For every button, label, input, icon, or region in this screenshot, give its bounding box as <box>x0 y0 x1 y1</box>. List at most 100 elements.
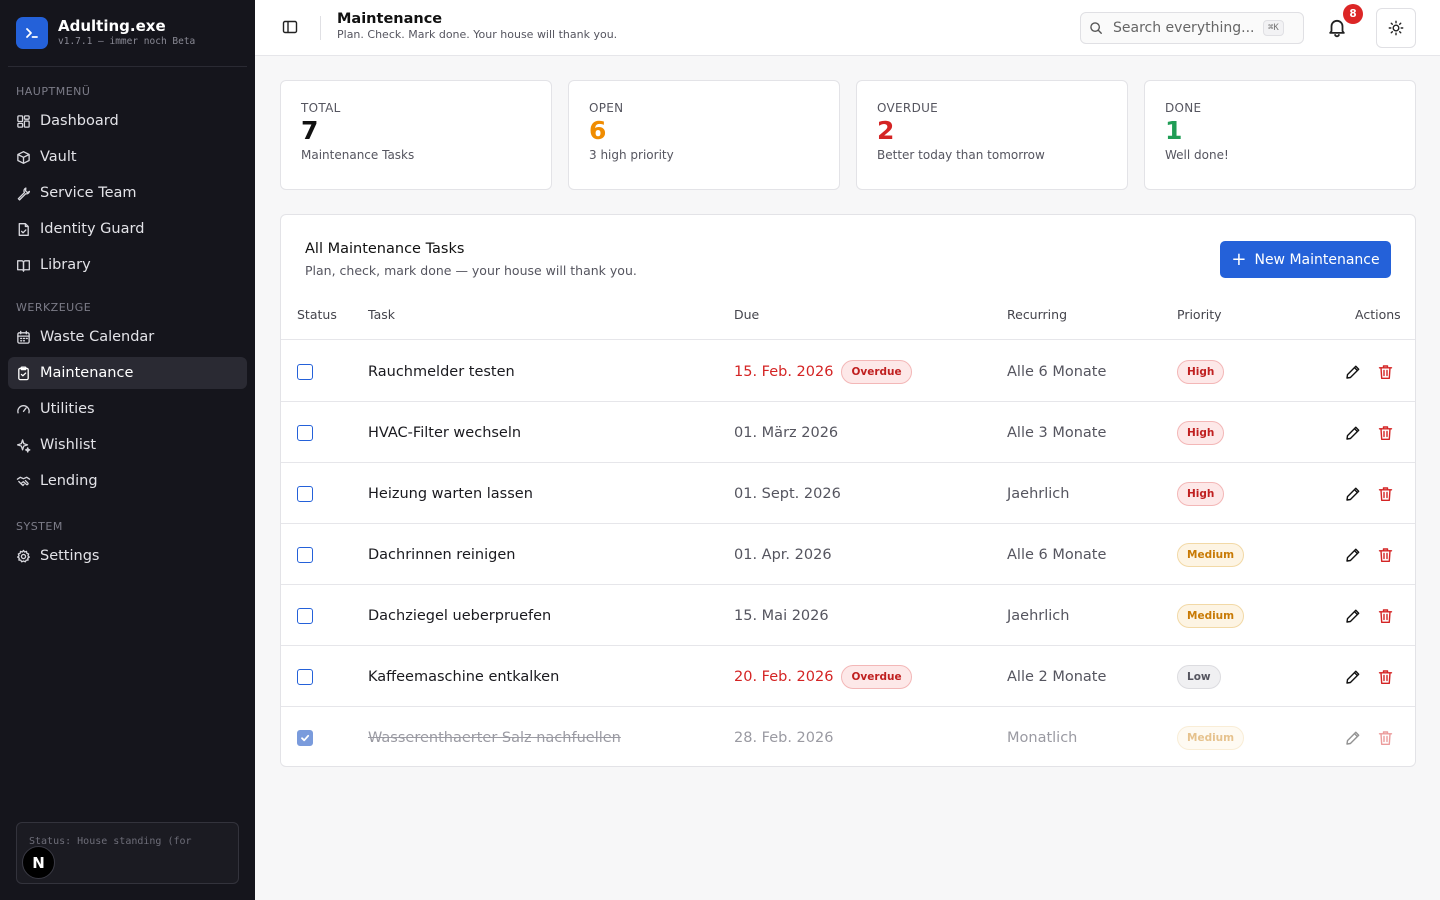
recurring-value: Jaehrlich <box>1007 485 1070 502</box>
status-checkbox[interactable] <box>297 729 313 746</box>
avatar[interactable]: N <box>22 846 55 879</box>
recurring-value: Alle 3 Monate <box>1007 424 1107 441</box>
gauge-icon <box>17 404 30 413</box>
task-name: Heizung warten lassen <box>368 485 533 502</box>
column-header: Status <box>297 307 337 322</box>
sidebar-item-settings[interactable]: Settings <box>8 540 247 572</box>
edit-icon[interactable] <box>1344 546 1362 564</box>
edit-icon[interactable] <box>1344 668 1362 686</box>
sparkle-icon <box>16 438 31 453</box>
sidebar-item-label: Waste Calendar <box>40 329 155 345</box>
gear-icon <box>17 549 30 562</box>
task-name: Dachrinnen reinigen <box>368 546 516 563</box>
sidebar: Adulting.exe v1.7.1 — immer noch Beta HA… <box>0 0 255 900</box>
sidebar-item-label: Lending <box>40 473 98 489</box>
column-header: Priority <box>1177 307 1222 322</box>
stat-card-open: OPEN 6 3 high priority <box>568 80 840 190</box>
sidebar-item-utilities[interactable]: Utilities <box>8 393 247 425</box>
priority-badge: Medium <box>1177 725 1245 750</box>
status-checkbox[interactable] <box>297 424 313 441</box>
delete-icon[interactable] <box>1376 485 1394 503</box>
brand[interactable]: Adulting.exe v1.7.1 — immer noch Beta <box>8 0 247 67</box>
stat-card-overdue: OVERDUE 2 Better today than tomorrow <box>856 80 1128 190</box>
sidebar-item-label: Identity Guard <box>40 221 145 237</box>
tasks-card-subtitle: Plan, check, mark done — your house will… <box>305 263 637 278</box>
theme-toggle-button[interactable] <box>1376 8 1416 48</box>
sidebar-item-label: Vault <box>40 149 77 165</box>
table-row: HVAC-Filter wechseln 01. März 2026 Alle 3 … <box>281 402 1415 463</box>
delete-icon[interactable] <box>1376 729 1394 747</box>
tasks-card-title: All Maintenance Tasks <box>305 241 465 257</box>
book-icon <box>17 259 30 272</box>
search-input[interactable] <box>1113 20 1263 36</box>
nav-section-title: SYSTEM <box>16 520 63 533</box>
task-name: Dachziegel ueberpruefen <box>368 607 552 624</box>
sidebar-toggle-button[interactable] <box>279 16 301 38</box>
delete-icon[interactable] <box>1376 424 1394 442</box>
edit-icon[interactable] <box>1344 729 1362 747</box>
priority-badge: Medium <box>1177 603 1245 628</box>
stat-value: 7 <box>301 116 319 145</box>
search-bar[interactable]: ⌘K <box>1080 12 1304 44</box>
top-header: Maintenance Plan. Check. Mark done. Your… <box>255 0 1440 56</box>
recurring-value: Alle 2 Monate <box>1007 668 1107 685</box>
column-header: Task <box>368 307 395 322</box>
sun-icon <box>1388 20 1404 36</box>
overdue-badge: Overdue <box>841 664 912 689</box>
sidebar-item-identity-guard[interactable]: Identity Guard <box>8 213 247 245</box>
stat-description: Better today than tomorrow <box>877 148 1045 162</box>
due-date: 15. Mai 2026 <box>734 607 829 624</box>
table-row: Dachziegel ueberpruefen 15. Mai 2026 Jaehr… <box>281 585 1415 646</box>
delete-icon[interactable] <box>1376 363 1394 381</box>
plus-icon: + <box>1231 248 1247 270</box>
edit-icon[interactable] <box>1344 424 1362 442</box>
sidebar-item-lending[interactable]: Lending <box>8 465 247 497</box>
wrench-icon <box>17 186 31 201</box>
stat-label: OVERDUE <box>877 101 939 115</box>
status-checkbox[interactable] <box>297 363 313 380</box>
priority-badge: Medium <box>1177 542 1245 567</box>
sidebar-item-label: Library <box>40 257 91 273</box>
sidebar-item-vault[interactable]: Vault <box>8 141 247 173</box>
check-icon <box>300 733 310 743</box>
edit-icon[interactable] <box>1344 363 1362 381</box>
due-date: 01. Sept. 2026 <box>734 485 841 502</box>
status-checkbox[interactable] <box>297 546 313 563</box>
edit-icon[interactable] <box>1344 485 1362 503</box>
status-checkbox[interactable] <box>297 668 313 685</box>
sidebar-item-service-team[interactable]: Service Team <box>8 177 247 209</box>
due-date: 28. Feb. 2026 <box>734 729 834 746</box>
header-divider <box>320 16 321 40</box>
status-checkbox[interactable] <box>297 485 313 502</box>
sidebar-item-library[interactable]: Library <box>8 249 247 281</box>
sidebar-item-label: Service Team <box>40 185 137 201</box>
priority-badge: High <box>1177 481 1225 506</box>
table-row: Wasserenthaerter Salz nachfuellen 28. Feb… <box>281 707 1415 766</box>
handshake-icon <box>16 476 31 486</box>
delete-icon[interactable] <box>1376 668 1394 686</box>
overdue-badge: Overdue <box>841 359 912 384</box>
stat-description: Maintenance Tasks <box>301 148 415 162</box>
sidebar-item-waste-calendar[interactable]: Waste Calendar <box>8 321 247 353</box>
edit-icon[interactable] <box>1344 607 1362 625</box>
new-maintenance-button[interactable]: + New Maintenance <box>1220 241 1391 278</box>
delete-icon[interactable] <box>1376 607 1394 625</box>
delete-icon[interactable] <box>1376 546 1394 564</box>
sidebar-item-wishlist[interactable]: Wishlist <box>8 429 247 461</box>
stat-value: 6 <box>589 116 607 145</box>
status-checkbox[interactable] <box>297 607 313 624</box>
task-name: HVAC-Filter wechseln <box>368 424 522 441</box>
stat-label: DONE <box>1165 101 1202 115</box>
terminal-icon <box>16 17 48 49</box>
app-name: Adulting.exe <box>58 17 166 35</box>
nav-section-title: HAUPTMENÜ <box>16 85 91 98</box>
sidebar-item-maintenance[interactable]: Maintenance <box>8 357 247 389</box>
sidebar-item-label: Wishlist <box>40 437 97 453</box>
priority-badge: High <box>1177 420 1225 445</box>
sidebar-item-label: Utilities <box>40 401 95 417</box>
stat-value: 1 <box>1165 116 1183 145</box>
sidebar-item-dashboard[interactable]: Dashboard <box>8 105 247 137</box>
table-header: Status Task Due Recurring Priority Actio… <box>281 299 1415 340</box>
priority-badge: Low <box>1177 664 1221 689</box>
notification-count-badge: 8 <box>1343 4 1363 24</box>
